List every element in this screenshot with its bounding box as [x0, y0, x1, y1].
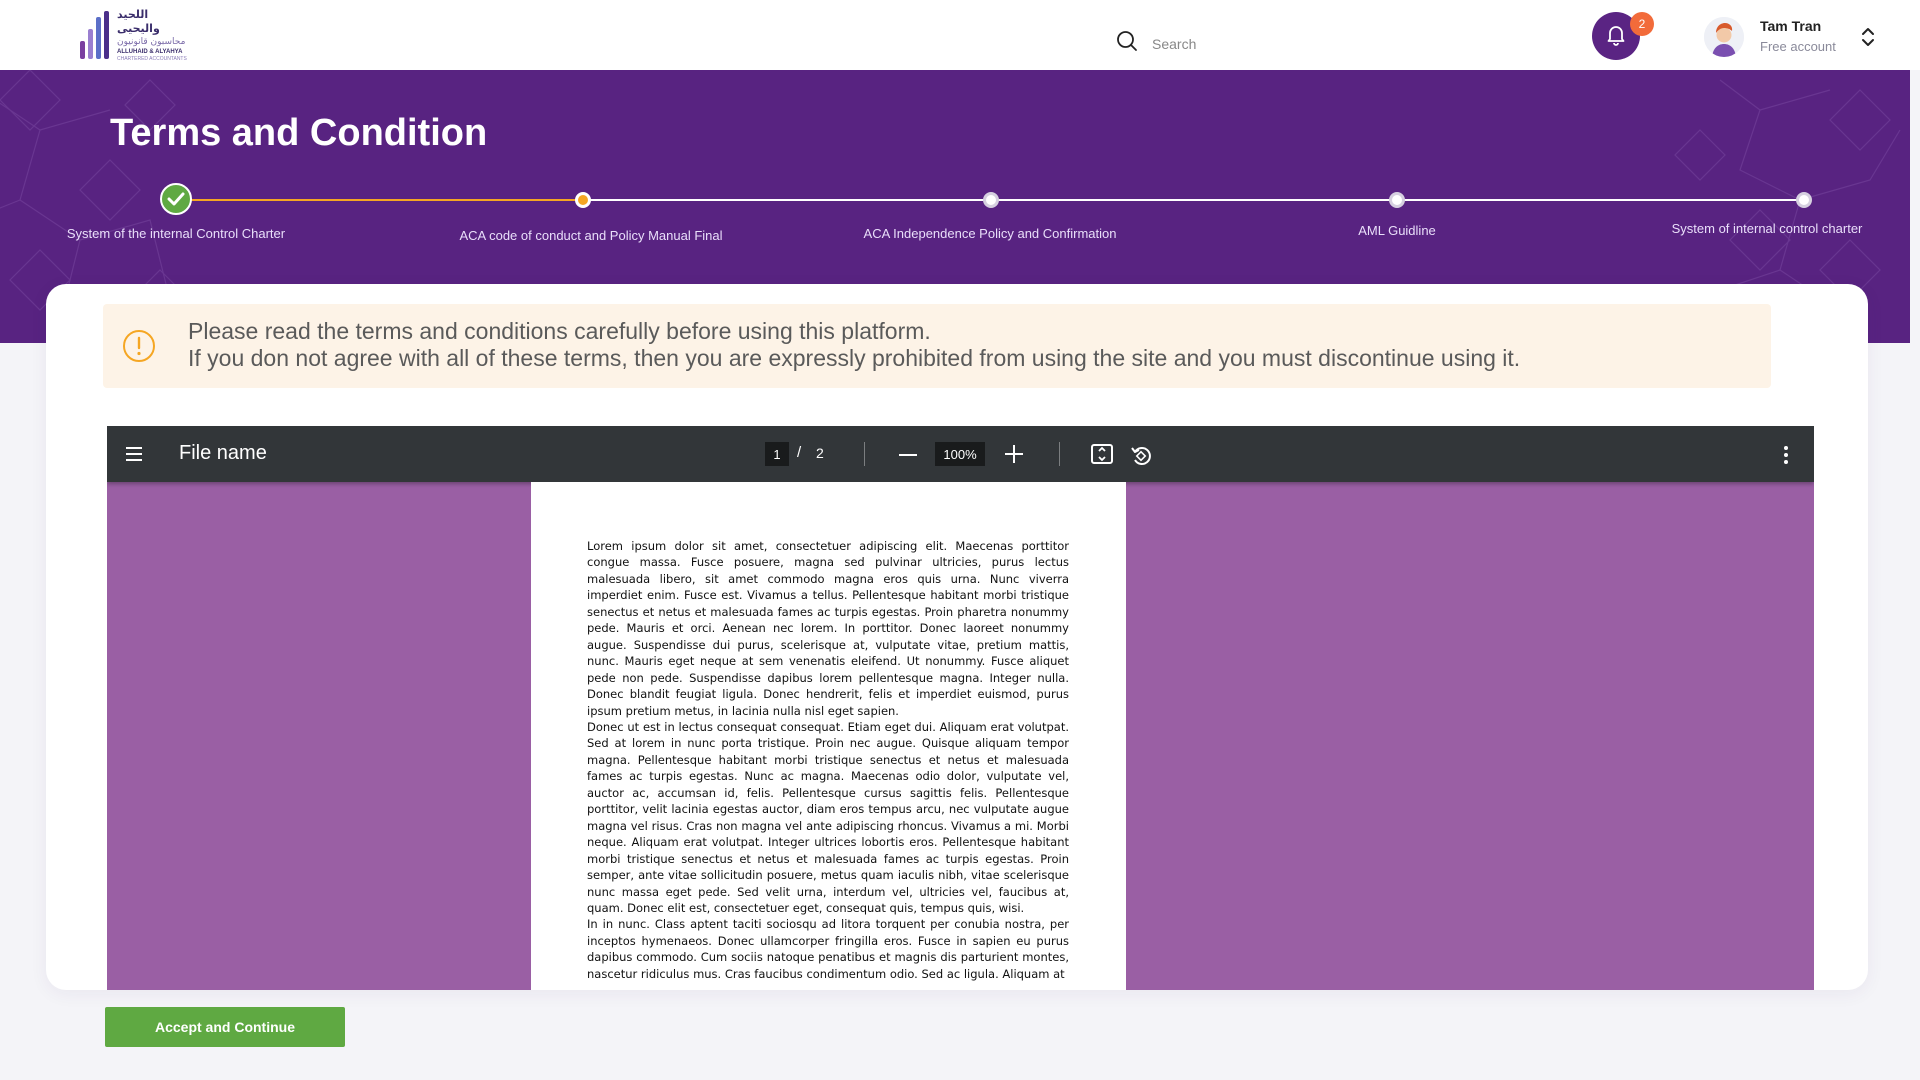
- search-icon[interactable]: [1116, 30, 1138, 57]
- accept-and-continue-button[interactable]: Accept and Continue: [105, 1007, 345, 1047]
- warning-icon: [122, 329, 156, 363]
- search-input[interactable]: [1152, 35, 1352, 52]
- search-bar: [1116, 30, 1352, 57]
- notice-text-line-1: Please read the terms and conditions car…: [188, 318, 931, 344]
- notification-count-badge: 2: [1630, 12, 1654, 36]
- stepper-progress-line: [176, 199, 583, 201]
- page-title: Terms and Condition: [110, 112, 488, 154]
- step-4-label[interactable]: AML Guidline: [1358, 223, 1436, 238]
- pdf-page: Lorem ipsum dolor sit amet, consectetuer…: [531, 482, 1126, 990]
- pdf-paragraph: In in nunc. Class aptent taciti sociosqu…: [587, 917, 1069, 981]
- zoom-in-icon[interactable]: [1003, 443, 1025, 465]
- logo-mark: [80, 11, 109, 59]
- step-5-marker[interactable]: [1796, 192, 1812, 208]
- chevron-up-down-icon[interactable]: [1858, 26, 1878, 48]
- step-3-label[interactable]: ACA Independence Policy and Confirmation: [864, 226, 1117, 241]
- fit-page-icon[interactable]: [1090, 443, 1114, 465]
- step-2-label[interactable]: ACA code of conduct and Policy Manual Fi…: [459, 228, 722, 243]
- logo-english-name: ALLUHAID & ALYAHYA: [117, 48, 183, 55]
- more-options-icon[interactable]: [1783, 444, 1789, 466]
- bell-icon: [1604, 22, 1628, 51]
- avatar[interactable]: [1704, 17, 1744, 57]
- step-4-marker[interactable]: [1389, 192, 1405, 208]
- zoom-level-input[interactable]: 100%: [935, 442, 985, 466]
- user-plan: Free account: [1760, 39, 1836, 54]
- page-separator: /: [797, 444, 802, 461]
- stepper-remaining-line: [583, 199, 1805, 201]
- pdf-paragraph: Donec ut est in lectus consequat consequ…: [587, 719, 1069, 915]
- file-name: File name: [179, 442, 267, 464]
- page-number-input[interactable]: 1: [765, 442, 789, 466]
- logo-arabic-name: اللحيد واليحيى: [117, 7, 160, 35]
- logo-english-subtitle: CHARTERED ACCOUNTANTS: [117, 55, 187, 62]
- hamburger-menu-icon[interactable]: [124, 444, 144, 464]
- logo-arabic-subtitle: محاسبون قانونيون: [117, 36, 186, 47]
- step-3-marker[interactable]: [983, 192, 999, 208]
- pdf-page-text: Lorem ipsum dolor sit amet, consectetuer…: [587, 538, 1069, 982]
- total-pages: 2: [816, 445, 824, 461]
- user-name: Tam Tran: [1760, 18, 1822, 34]
- pdf-viewer[interactable]: File name 1 / 2 100% Lorem ipsum dolor s…: [107, 426, 1814, 990]
- step-2-current-marker[interactable]: [575, 192, 591, 208]
- step-1-label[interactable]: System of the internal Control Charter: [67, 226, 285, 241]
- rotate-icon[interactable]: [1129, 443, 1153, 467]
- toolbar-divider: [864, 442, 865, 466]
- top-header: اللحيد واليحيى محاسبون قانونيون ALLUHAID…: [0, 0, 1920, 70]
- step-5-label[interactable]: System of internal control charter: [1672, 221, 1863, 236]
- pdf-toolbar: File name 1 / 2 100%: [107, 426, 1814, 482]
- step-1-completed-check-icon[interactable]: [160, 183, 192, 215]
- notice-text-line-2: If you don not agree with all of these t…: [188, 345, 1521, 371]
- pdf-paragraph: Lorem ipsum dolor sit amet, consectetuer…: [587, 539, 1069, 718]
- toolbar-divider: [1059, 442, 1060, 466]
- terms-notice: Please read the terms and conditions car…: [103, 304, 1771, 388]
- company-logo[interactable]: اللحيد واليحيى محاسبون قانونيون ALLUHAID…: [80, 8, 190, 62]
- zoom-out-icon[interactable]: [897, 444, 919, 466]
